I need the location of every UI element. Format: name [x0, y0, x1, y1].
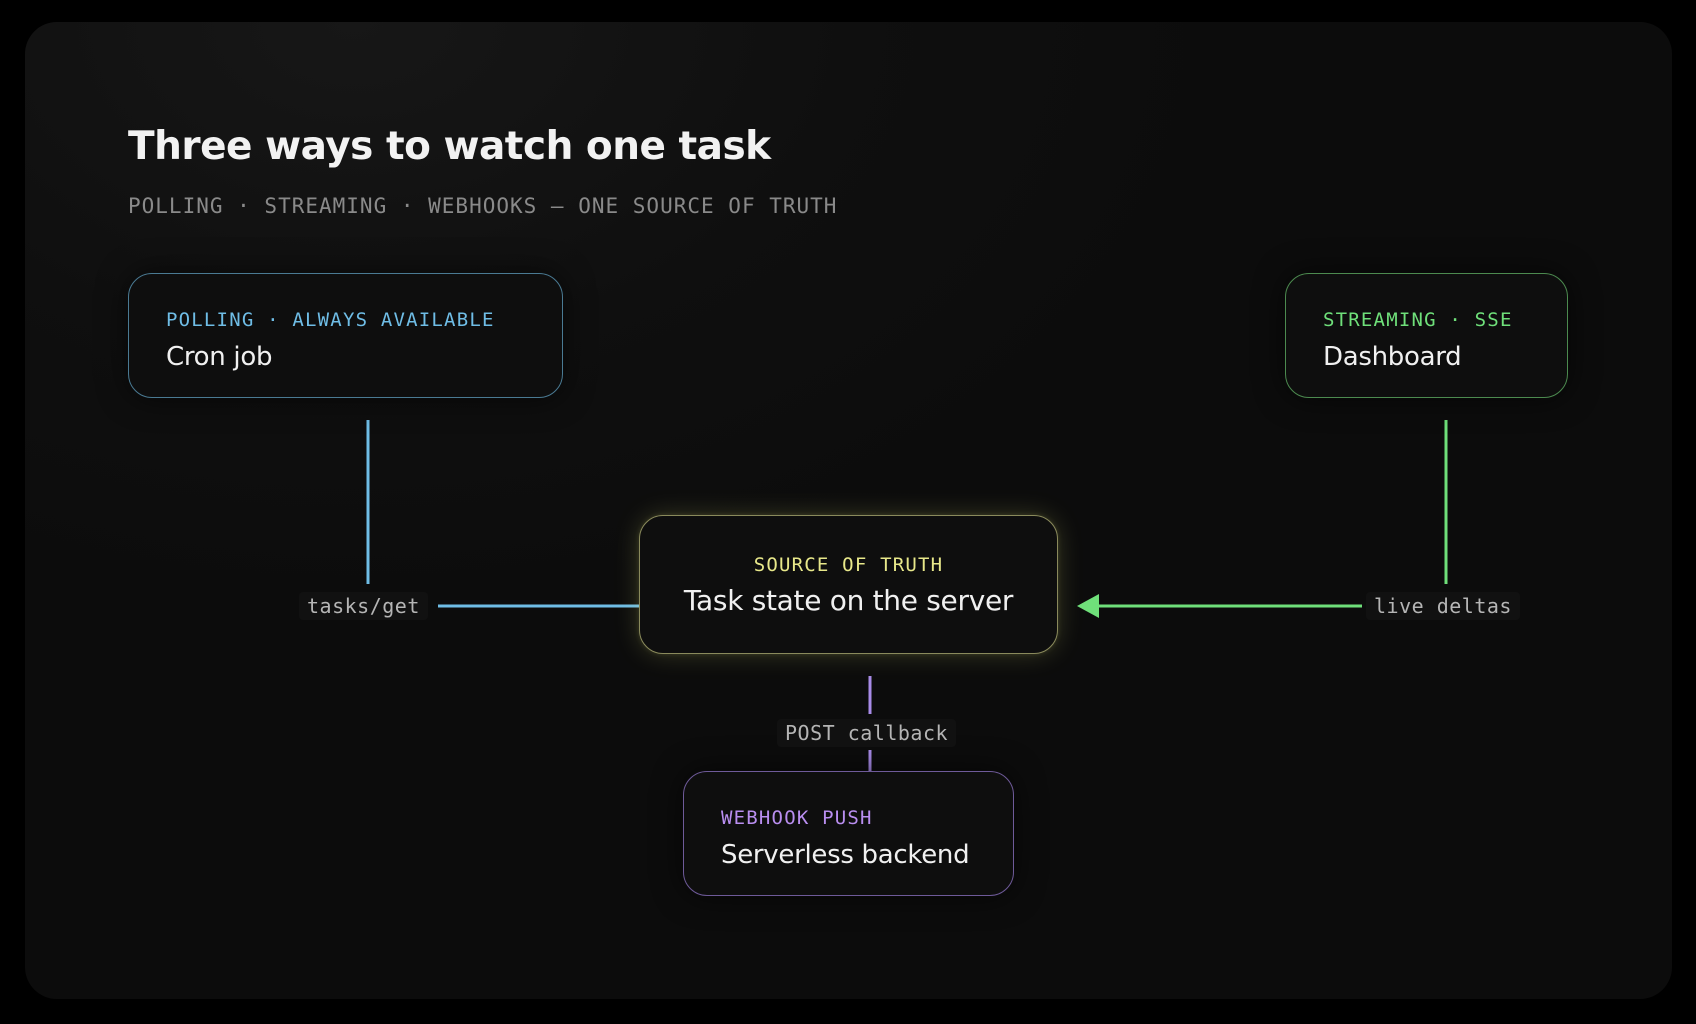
polling-tag: POLLING · ALWAYS AVAILABLE: [166, 309, 495, 331]
webhook-name: Serverless backend: [721, 840, 970, 870]
polling-edge-label: tasks/get: [299, 592, 428, 620]
streaming-tag: STREAMING · SSE: [1323, 309, 1513, 331]
truth-tag: SOURCE OF TRUTH: [753, 554, 944, 576]
polling-node: POLLING · ALWAYS AVAILABLE Cron job: [128, 273, 563, 398]
webhook-edge-label: POST callback: [777, 719, 957, 747]
streaming-node: STREAMING · SSE Dashboard: [1285, 273, 1568, 398]
webhook-tag: WEBHOOK PUSH: [721, 807, 873, 829]
source-of-truth-node: SOURCE OF TRUTH Task state on the server: [639, 515, 1058, 654]
diagram-card: Three ways to watch one task POLLING · S…: [25, 22, 1672, 999]
truth-name: Task state on the server: [683, 584, 1014, 617]
polling-name: Cron job: [166, 342, 273, 372]
streaming-edge-label: live deltas: [1366, 592, 1520, 620]
streaming-name: Dashboard: [1323, 342, 1462, 372]
webhook-node: WEBHOOK PUSH Serverless backend: [683, 771, 1014, 896]
streaming-arrowhead: [1077, 594, 1099, 618]
